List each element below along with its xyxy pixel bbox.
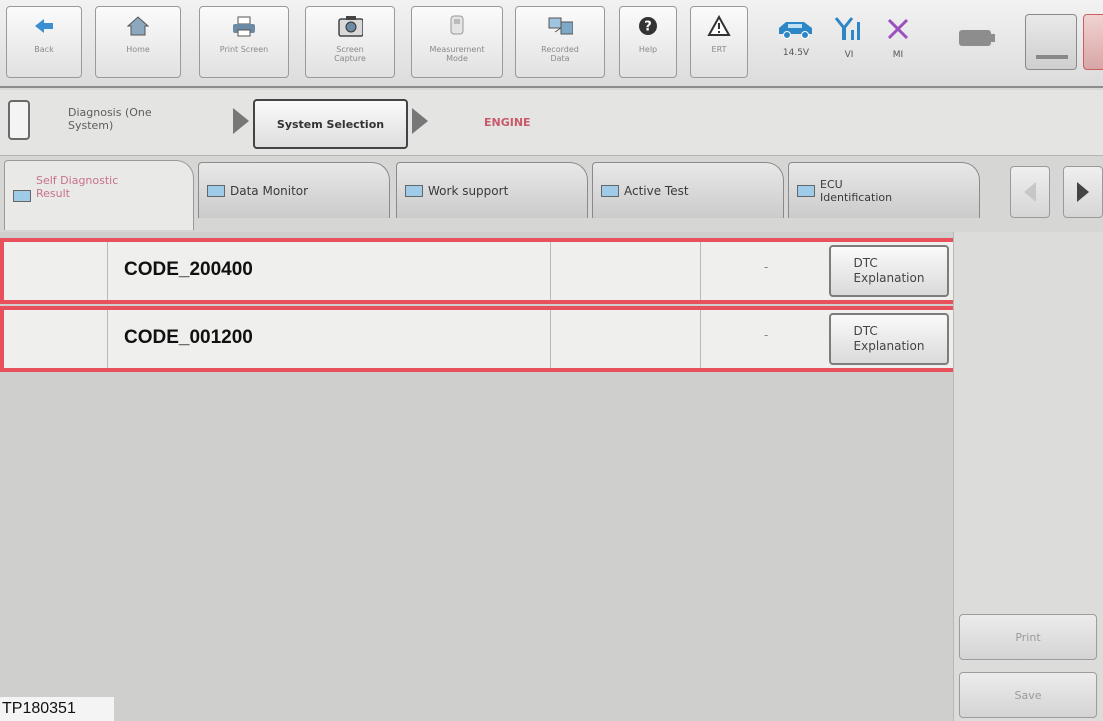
measurement-icon — [444, 13, 470, 39]
tab-self-diagnostic-result[interactable]: Self Diagnostic Result — [4, 160, 194, 230]
dtc-status: - — [764, 260, 769, 274]
device-icon — [8, 100, 30, 140]
dtc-code: CODE_001200 — [124, 327, 253, 348]
breadcrumb-engine: ENGINE — [484, 116, 531, 129]
car-icon — [776, 16, 816, 44]
toolbar: Back Home Print Screen Screen Capture Me… — [0, 0, 1103, 88]
breadcrumb-diagnosis[interactable]: Diagnosis (One System) — [68, 106, 152, 132]
tab-bar: Self Diagnostic Result Data Monitor Work… — [0, 156, 1103, 232]
diagnostic-icon — [13, 189, 31, 202]
dtc-cell — [551, 310, 701, 368]
dtc-code: CODE_200400 — [124, 259, 253, 280]
system-selection-button[interactable]: System Selection — [253, 99, 408, 149]
print-button[interactable]: Print — [959, 614, 1097, 660]
battery-status: 14.5V — [776, 16, 816, 58]
back-button[interactable]: Back — [6, 6, 82, 78]
vi-status: VI — [834, 16, 864, 60]
recorded-data-button[interactable]: Recorded Data — [515, 6, 605, 78]
breadcrumb-arrow-icon — [233, 108, 249, 134]
tab-next-button[interactable] — [1063, 166, 1103, 218]
window-icon — [1036, 55, 1068, 59]
disconnected-x-icon — [886, 16, 910, 46]
tab-work-support[interactable]: Work support — [396, 162, 588, 218]
home-icon — [125, 13, 151, 39]
dtc-cell — [551, 242, 701, 300]
active-test-icon — [601, 184, 619, 197]
help-button[interactable]: ? Help — [619, 6, 677, 78]
recorded-data-icon — [547, 13, 573, 39]
action-pane: Print Save — [953, 232, 1103, 721]
window-button[interactable] — [1025, 14, 1077, 70]
signal-icon — [834, 16, 864, 46]
dtc-list: CODE_200400 - DTC Explanation CODE_00120… — [0, 232, 957, 721]
save-button[interactable]: Save — [959, 672, 1097, 718]
measurement-mode-button[interactable]: Measurement Mode — [411, 6, 503, 78]
print-screen-button[interactable]: Print Screen — [199, 6, 289, 78]
back-arrow-icon — [31, 13, 57, 39]
dtc-row[interactable]: CODE_001200 - DTC Explanation — [0, 306, 957, 372]
dtc-cell — [4, 242, 108, 300]
dtc-row[interactable]: CODE_200400 - DTC Explanation — [0, 238, 957, 304]
tab-prev-button[interactable] — [1010, 166, 1050, 218]
ecu-icon — [797, 184, 815, 197]
chevron-right-icon — [1077, 182, 1089, 202]
results-area: CODE_200400 - DTC Explanation CODE_00120… — [0, 232, 1103, 721]
close-button[interactable] — [1083, 14, 1103, 70]
breadcrumb: Diagnosis (One System) System Selection … — [0, 90, 1103, 156]
dtc-status: - — [764, 328, 769, 342]
home-button[interactable]: Home — [95, 6, 181, 78]
warning-icon — [706, 13, 732, 39]
tab-data-monitor[interactable]: Data Monitor — [198, 162, 390, 218]
breadcrumb-arrow-icon — [412, 108, 428, 134]
dtc-explanation-button[interactable]: DTC Explanation — [829, 313, 949, 365]
battery-icon — [958, 28, 996, 52]
camera-icon — [337, 13, 363, 39]
figure-id: TP180351 — [0, 697, 114, 721]
screen-capture-button[interactable]: Screen Capture — [305, 6, 395, 78]
chevron-left-icon — [1024, 182, 1036, 202]
help-icon: ? — [635, 13, 661, 39]
dtc-cell — [4, 310, 108, 368]
mi-status: MI — [886, 16, 910, 60]
work-support-icon — [405, 184, 423, 197]
svg-text:?: ? — [644, 20, 652, 35]
dtc-explanation-button[interactable]: DTC Explanation — [829, 245, 949, 297]
tab-active-test[interactable]: Active Test — [592, 162, 784, 218]
monitor-icon — [207, 184, 225, 197]
printer-icon — [231, 13, 257, 39]
tab-ecu-identification[interactable]: ECU Identification — [788, 162, 980, 218]
ert-button[interactable]: ERT — [690, 6, 748, 78]
